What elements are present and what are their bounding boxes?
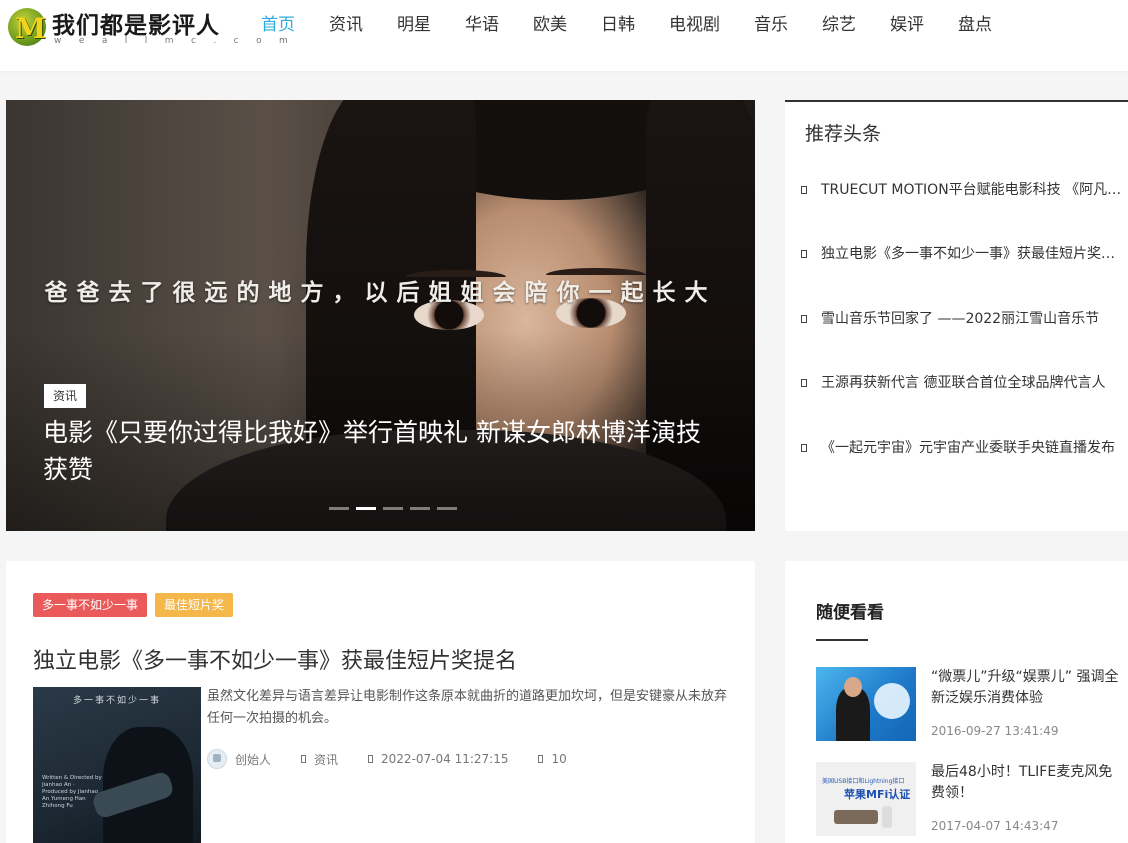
slide-caption-quote: 爸爸去了很远的地方，以后姐姐会陪你一起长大: [44, 279, 717, 306]
eye-icon: [538, 755, 544, 763]
thumbnail-poster-title: 多一事不如少一事: [72, 696, 161, 706]
article-tag[interactable]: 多一事不如少一事: [33, 593, 148, 617]
list-item[interactable]: 美国USB接口和Lightning接口 苹果MFi认证 最后48小时！TLIFE…: [816, 762, 1116, 842]
slide-title[interactable]: 电影《只要你过得比我好》举行首映礼 新谋女郎林博洋演技获赞: [43, 414, 723, 488]
article-views: 10: [551, 752, 567, 766]
bullet-icon: [801, 443, 807, 452]
slider-dot[interactable]: [437, 507, 457, 510]
slider-dot[interactable]: [410, 507, 430, 510]
article-date: 2022-07-04 11:27:15: [381, 752, 509, 766]
recommend-item-title[interactable]: 雪山音乐节回家了 ——2022丽江雪山音乐节: [821, 308, 1123, 330]
nav-item-variety[interactable]: 综艺: [805, 12, 873, 40]
logo-mark-icon: M: [8, 8, 46, 46]
recommend-item-title[interactable]: 独立电影《多一事不如少一事》获最佳短片奖提名: [821, 243, 1123, 265]
slide-category-tag[interactable]: 资讯: [44, 384, 87, 408]
hero-slider[interactable]: 爸爸去了很远的地方，以后姐姐会陪你一起长大 资讯 电影《只要你过得比我好》举行首…: [6, 100, 755, 531]
avatar[interactable]: [207, 749, 227, 769]
random-panel: 随便看看 “微票儿”升级“娱票儿” 强调全新泛娱乐消费体验 2016-09-27…: [785, 561, 1128, 843]
article-card: 多一事不如少一事 最佳短片奖 独立电影《多一事不如少一事》获最佳短片奖提名 多一…: [6, 561, 755, 843]
recommend-panel: 推荐头条 TRUECUT MOTION平台赋能电影科技 《阿凡达：水之道》 独立…: [785, 100, 1128, 531]
recommend-heading: 推荐头条: [805, 123, 882, 145]
random-heading: 随便看看: [816, 603, 884, 623]
nav-item-western[interactable]: 欧美: [516, 12, 584, 40]
random-item-time: 2016-09-27 13:41:49: [931, 724, 1059, 738]
nav-item-music[interactable]: 音乐: [737, 12, 805, 40]
list-item[interactable]: 《一起元宇宙》元宇宙产业委联手央链直播发布: [801, 437, 1124, 501]
article-excerpt: 虽然文化差异与语言差异让电影制作这条原本就曲折的道路更加坎坷，但是安键豪从未放弃…: [207, 689, 728, 726]
slider-dot-active[interactable]: [356, 507, 376, 510]
list-item[interactable]: 独立电影《多一事不如少一事》获最佳短片奖提名: [801, 243, 1124, 307]
list-item[interactable]: 雪山音乐节回家了 ——2022丽江雪山音乐节: [801, 308, 1124, 372]
site-logo[interactable]: M 我们都是影评人 w e a l l m c . c o m: [8, 6, 288, 48]
site-header: M 我们都是影评人 w e a l l m c . c o m 首页 资讯 明星…: [0, 0, 1128, 71]
article-author[interactable]: 创始人: [235, 751, 271, 768]
nav-item-roundup[interactable]: 盘点: [941, 12, 1009, 40]
site-title: 我们都是影评人: [52, 12, 220, 39]
bullet-icon: [801, 250, 807, 259]
clock-icon: [368, 755, 374, 763]
recommend-item-title[interactable]: 《一起元宇宙》元宇宙产业委联手央链直播发布: [821, 437, 1123, 459]
main-nav: 首页 资讯 明星 华语 欧美 日韩 电视剧 音乐 综艺 娱评 盘点: [244, 12, 1009, 40]
random-item-time: 2017-04-07 14:43:47: [931, 819, 1059, 833]
article-title[interactable]: 独立电影《多一事不如少一事》获最佳短片奖提名: [33, 643, 517, 675]
article-meta: 创始人 资讯 2022-07-04 11:27:15 10: [207, 749, 567, 769]
article-category[interactable]: 资讯: [314, 751, 338, 768]
random-item-title[interactable]: “微票儿”升级“娱票儿” 强调全新泛娱乐消费体验: [931, 667, 1126, 709]
nav-item-tv[interactable]: 电视剧: [652, 12, 737, 40]
list-item[interactable]: TRUECUT MOTION平台赋能电影科技 《阿凡达：水之道》: [801, 179, 1124, 243]
recommend-list: TRUECUT MOTION平台赋能电影科技 《阿凡达：水之道》 独立电影《多一…: [801, 179, 1124, 501]
nav-item-home[interactable]: 首页: [244, 12, 312, 40]
slider-dot[interactable]: [383, 507, 403, 510]
random-item-image[interactable]: 美国USB接口和Lightning接口 苹果MFi认证: [816, 762, 916, 836]
slider-dot[interactable]: [329, 507, 349, 510]
nav-item-chinese[interactable]: 华语: [448, 12, 516, 40]
recommend-item-title[interactable]: TRUECUT MOTION平台赋能电影科技 《阿凡达：水之道》: [821, 179, 1123, 201]
nav-item-reviews[interactable]: 娱评: [873, 12, 941, 40]
list-item[interactable]: “微票儿”升级“娱票儿” 强调全新泛娱乐消费体验 2016-09-27 13:4…: [816, 667, 1118, 747]
bullet-icon: [801, 314, 807, 323]
random-item-image[interactable]: [816, 667, 916, 741]
category-icon: [301, 755, 307, 763]
bullet-icon: [801, 379, 807, 388]
heading-underline: [816, 639, 868, 641]
nav-item-japan-korea[interactable]: 日韩: [584, 12, 652, 40]
slider-pagination: [329, 507, 457, 510]
article-thumbnail[interactable]: 多一事不如少一事 Written & Directed by Jianhao A…: [33, 687, 201, 843]
thumbnail-poster-credits: Written & Directed by Jianhao An · Produ…: [42, 775, 102, 809]
recommend-item-title[interactable]: 王源再获新代言 德亚联合首位全球品牌代言人: [821, 372, 1123, 394]
article-tag[interactable]: 最佳短片奖: [155, 593, 234, 617]
article-tags: 多一事不如少一事 最佳短片奖: [33, 593, 234, 617]
nav-item-stars[interactable]: 明星: [380, 12, 448, 40]
list-item[interactable]: 王源再获新代言 德亚联合首位全球品牌代言人: [801, 372, 1124, 436]
nav-item-news[interactable]: 资讯: [312, 12, 380, 40]
random-item-title[interactable]: 最后48小时！TLIFE麦克风免费领！: [931, 762, 1126, 804]
bullet-icon: [801, 186, 807, 194]
